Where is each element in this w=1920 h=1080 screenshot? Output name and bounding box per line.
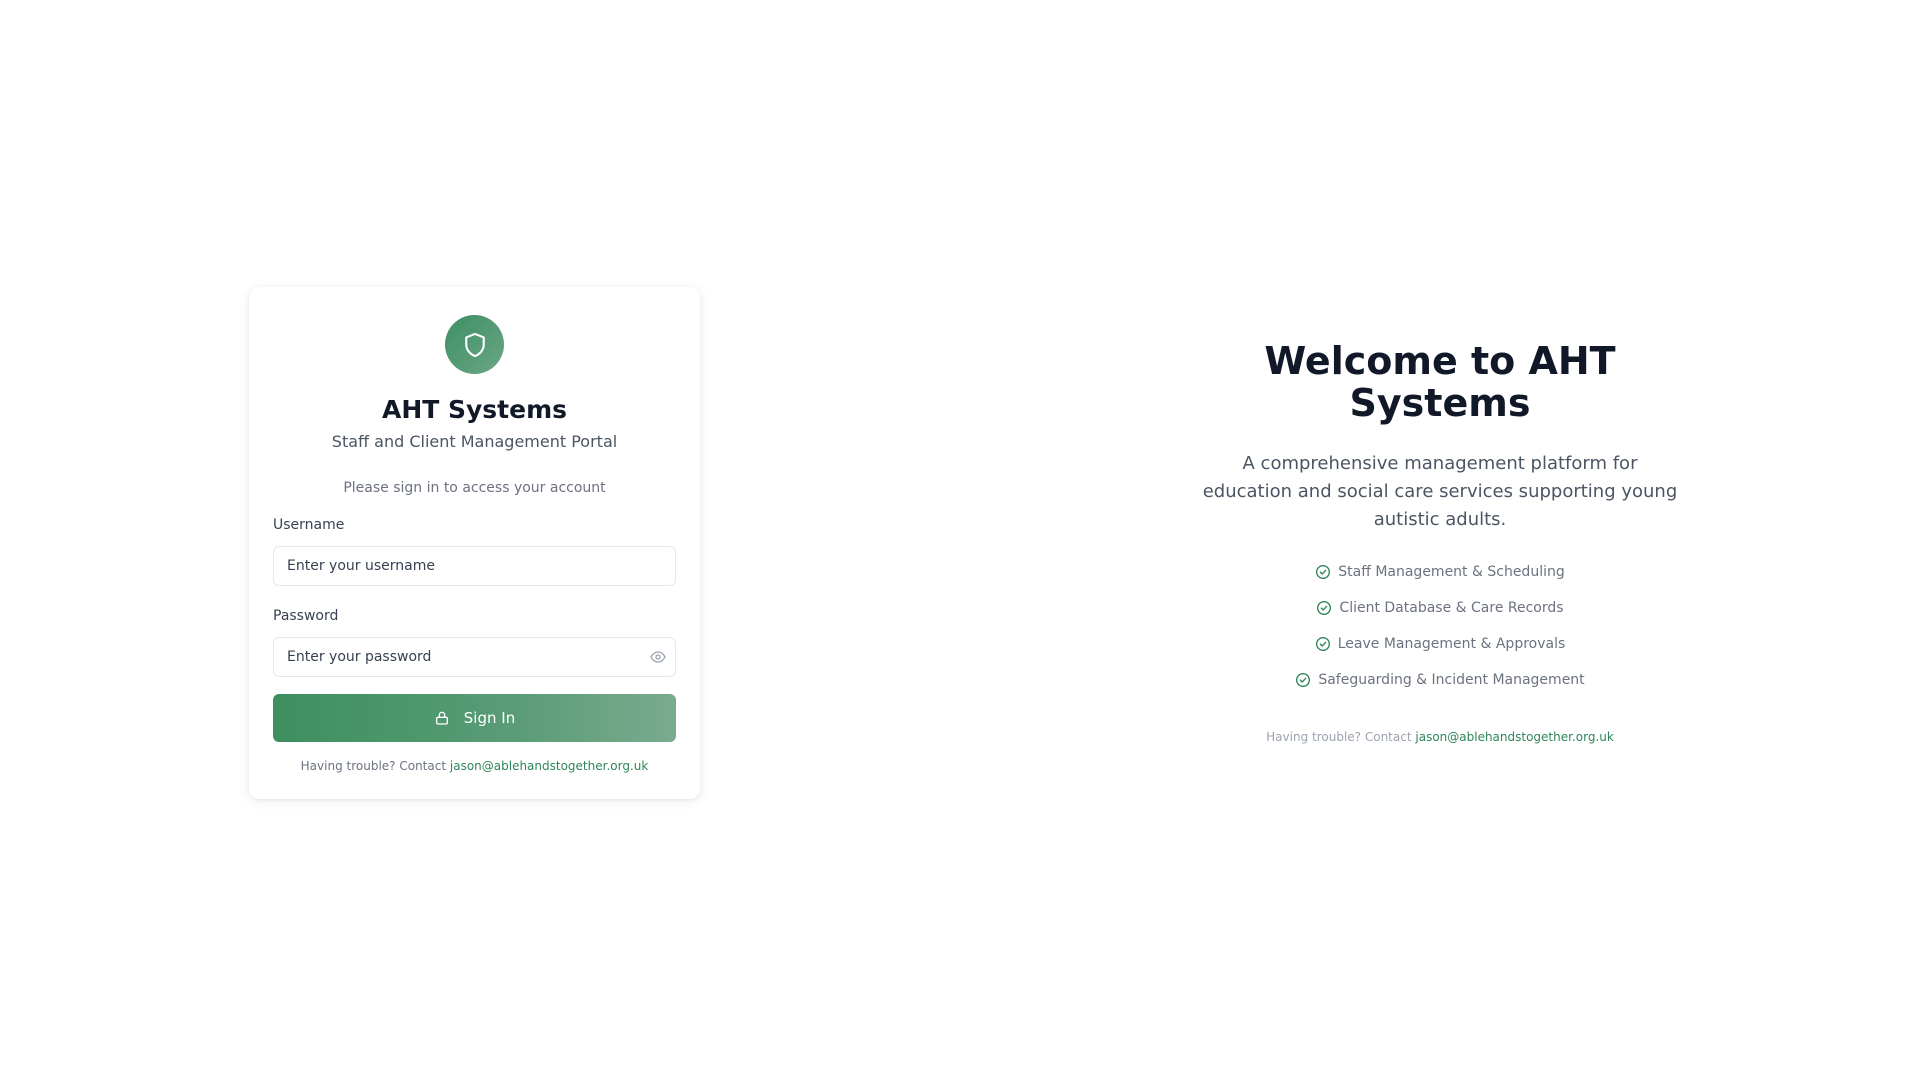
help-text: Having trouble? Contact (1266, 730, 1412, 744)
app-title: AHT Systems (381, 395, 568, 424)
feature-item: Leave Management & Approvals (1315, 634, 1566, 654)
check-circle-icon (1296, 673, 1311, 687)
sign-in-label: Sign In (463, 709, 516, 727)
feature-label: Leave Management & Approvals (1337, 636, 1566, 652)
feature-label: Client Database & Care Records (1339, 600, 1564, 616)
check-circle-icon (1317, 601, 1332, 615)
password-label: Password (273, 608, 339, 624)
login-card: AHT Systems Staff and Client Management … (249, 287, 700, 799)
eye-icon (650, 651, 666, 663)
support-email-link[interactable]: jason@ablehandstogether.org.uk (450, 759, 648, 773)
help-text: Having trouble? Contact (300, 759, 447, 773)
feature-item: Client Database & Care Records (1316, 598, 1564, 618)
check-circle-icon (1316, 565, 1331, 579)
password-input[interactable] (273, 637, 676, 677)
lock-icon (435, 711, 448, 725)
password-field-wrapper (273, 637, 676, 677)
sign-in-button[interactable]: Sign In (273, 694, 676, 742)
support-email-link[interactable]: jason@ablehandstogether.org.uk (1415, 730, 1613, 744)
card-help-text: Having trouble? Contact jason@ablehandst… (273, 757, 676, 775)
signin-prompt: Please sign in to access your account (343, 480, 606, 496)
shield-icon (464, 332, 485, 357)
welcome-description: A comprehensive management platform for … (1202, 453, 1678, 530)
show-password-toggle[interactable] (650, 649, 666, 665)
welcome-title: Welcome to AHT Systems (1264, 339, 1616, 425)
logo-badge (445, 315, 504, 374)
app-subtitle: Staff and Client Management Portal (331, 432, 618, 451)
feature-item: Staff Management & Scheduling (1315, 562, 1565, 582)
welcome-panel: Welcome to AHT Systems A comprehensive m… (1200, 340, 1680, 746)
username-label: Username (273, 517, 345, 533)
feature-label: Staff Management & Scheduling (1338, 564, 1565, 580)
welcome-help-text: Having trouble? Contact jason@ablehandst… (1200, 728, 1680, 746)
feature-item: Safeguarding & Incident Management (1295, 670, 1585, 690)
check-circle-icon (1315, 637, 1330, 651)
feature-label: Safeguarding & Incident Management (1318, 672, 1585, 688)
username-input[interactable] (273, 546, 676, 586)
username-field-wrapper (273, 546, 676, 586)
feature-list: Staff Management & Scheduling Client Dat… (1200, 562, 1680, 690)
